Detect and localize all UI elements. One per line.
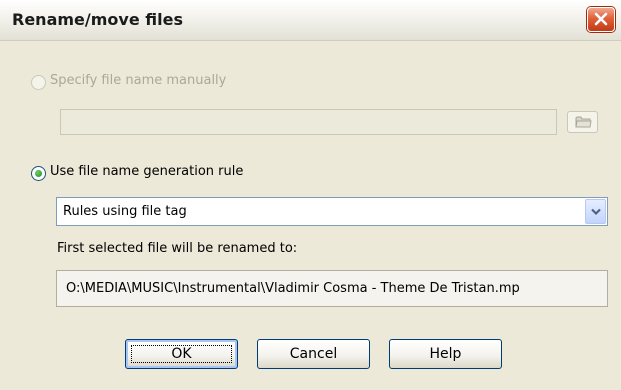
manual-name-input[interactable] (60, 109, 557, 135)
focus-ring (131, 345, 232, 363)
folder-icon (575, 116, 592, 128)
ok-button[interactable]: OK (125, 339, 238, 369)
rule-select-value: Rules using file tag (63, 204, 187, 219)
browse-button[interactable] (567, 111, 598, 133)
help-button-label: Help (429, 346, 462, 362)
radio-selected-dot (35, 170, 42, 177)
manual-name-radio[interactable] (31, 75, 46, 90)
help-button[interactable]: Help (389, 339, 502, 369)
preview-value: O:\MEDIA\MUSIC\Instrumental\Vladimir Cos… (66, 281, 520, 296)
generation-rule-radio[interactable] (31, 166, 46, 181)
close-icon (594, 12, 608, 26)
manual-name-label: Specify file name manually (50, 73, 227, 88)
cancel-button-label: Cancel (289, 346, 338, 362)
window-title: Rename/move files (12, 10, 183, 29)
chevron-down-icon (591, 208, 601, 216)
rule-select[interactable]: Rules using file tag (56, 197, 608, 226)
close-button[interactable] (587, 7, 615, 32)
cancel-button[interactable]: Cancel (257, 339, 370, 369)
preview-label: First selected file will be renamed to: (57, 241, 298, 256)
preview-field: O:\MEDIA\MUSIC\Instrumental\Vladimir Cos… (56, 270, 608, 307)
generation-rule-label: Use file name generation rule (50, 164, 244, 179)
title-bar: Rename/move files (0, 0, 621, 41)
rule-select-dropdown-button[interactable] (585, 199, 606, 224)
